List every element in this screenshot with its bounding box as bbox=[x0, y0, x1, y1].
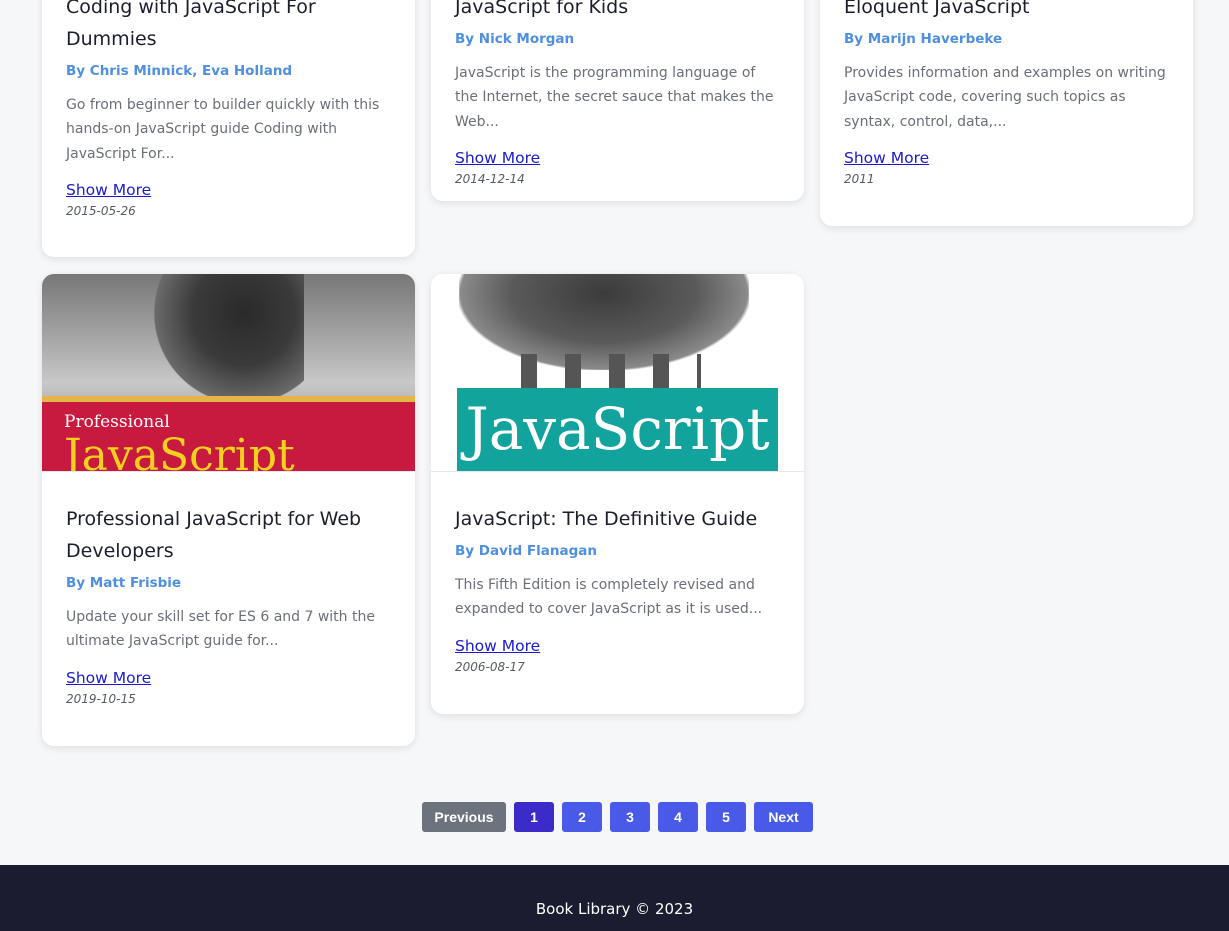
book-author: By David Flanagan bbox=[455, 543, 597, 559]
footer: Book Library © 2023 bbox=[0, 865, 1229, 931]
book-author: By Nick Morgan bbox=[455, 31, 575, 47]
book-card: Coding with JavaScript For Dummies By Ch… bbox=[42, 0, 415, 257]
book-description: Update your skill set for ES 6 and 7 wit… bbox=[66, 609, 375, 650]
previous-page-button[interactable]: Previous bbox=[422, 802, 506, 832]
book-cover-image[interactable]: Professional JavaScript bbox=[42, 274, 415, 472]
show-more-link[interactable]: Show More bbox=[455, 148, 540, 168]
book-date: 2006-08-17 bbox=[455, 659, 525, 674]
show-more-link[interactable]: Show More bbox=[455, 636, 540, 656]
book-title: JavaScript for Kids bbox=[455, 0, 629, 18]
show-more-link[interactable]: Show More bbox=[66, 668, 151, 688]
book-card: Eloquent JavaScript By Marijn Haverbeke … bbox=[820, 0, 1193, 226]
book-date: 2015-05-26 bbox=[66, 203, 136, 218]
page-3-button[interactable]: 3 bbox=[610, 802, 650, 832]
footer-copyright: Book Library © 2023 bbox=[535, 900, 694, 918]
book-card: Professional JavaScript Professional Jav… bbox=[42, 274, 415, 746]
page-1-button[interactable]: 1 bbox=[514, 802, 554, 832]
book-description: Provides information and examples on wri… bbox=[844, 65, 1166, 130]
book-cover-image[interactable]: JavaScript bbox=[431, 274, 804, 472]
book-date: 2019-10-15 bbox=[66, 691, 136, 706]
page-2-button[interactable]: 2 bbox=[562, 802, 602, 832]
page-5-button[interactable]: 5 bbox=[706, 802, 746, 832]
book-date: 2011 bbox=[844, 171, 875, 186]
book-title: JavaScript: The Definitive Guide bbox=[455, 508, 758, 530]
book-title: Coding with JavaScript For Dummies bbox=[66, 0, 316, 50]
book-title: Professional JavaScript for Web Develope… bbox=[66, 508, 362, 562]
show-more-link[interactable]: Show More bbox=[844, 148, 929, 168]
book-description: Go from beginner to builder quickly with… bbox=[66, 97, 380, 162]
pagination: Previous 1 2 3 4 5 Next bbox=[422, 802, 813, 832]
cover-text: Professional bbox=[64, 412, 170, 432]
book-description: This Fifth Edition is completely revised… bbox=[455, 577, 763, 618]
page-4-button[interactable]: 4 bbox=[658, 802, 698, 832]
book-card: JavaScript JavaScript: The Definitive Gu… bbox=[431, 274, 804, 714]
book-date: 2014-12-14 bbox=[455, 171, 525, 186]
next-page-button[interactable]: Next bbox=[754, 802, 813, 832]
book-author: By Marijn Haverbeke bbox=[844, 31, 1003, 47]
book-title: Eloquent JavaScript bbox=[844, 0, 1030, 18]
book-author: By Matt Frisbie bbox=[66, 575, 182, 591]
show-more-link[interactable]: Show More bbox=[66, 180, 151, 200]
cover-text: JavaScript bbox=[465, 395, 770, 463]
rhino-legs bbox=[521, 354, 701, 390]
book-description: JavaScript is the programming language o… bbox=[455, 65, 774, 130]
cover-text: JavaScript bbox=[64, 430, 295, 472]
book-card: JavaScript for Kids By Nick Morgan JavaS… bbox=[431, 0, 804, 201]
cover-photo bbox=[154, 274, 304, 404]
book-author: By Chris Minnick, Eva Holland bbox=[66, 63, 293, 79]
